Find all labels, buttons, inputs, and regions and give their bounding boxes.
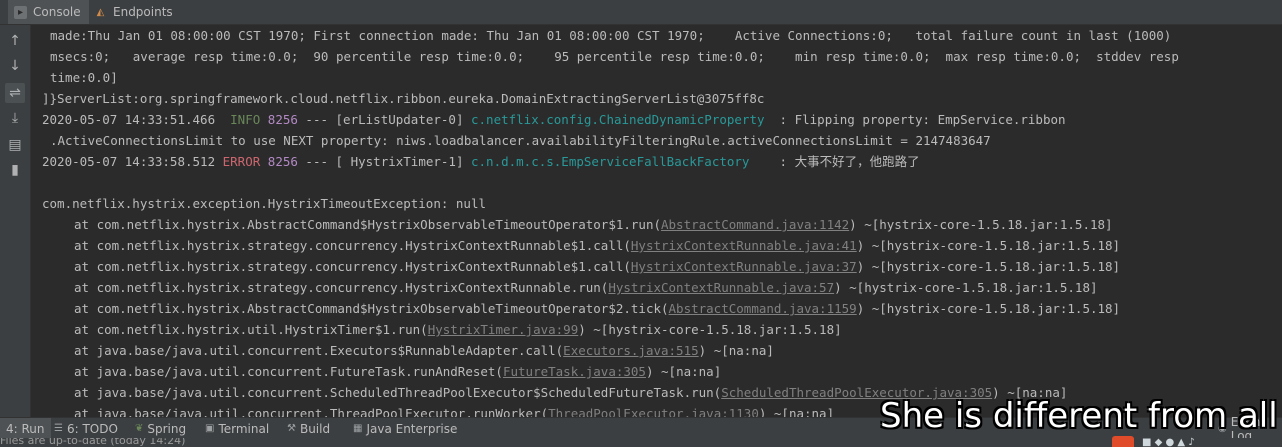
stack-frame-jar: ) ~[na:na] — [758, 406, 835, 417]
exception-line: com.netflix.hystrix.exception.HystrixTim… — [42, 196, 487, 211]
stack-frame-method: at java.base/java.util.concurrent.Thread… — [74, 406, 549, 417]
log-pid: 8256 — [267, 112, 298, 127]
log-message: : Flipping property: EmpService.ribbon — [764, 112, 1066, 127]
tab-build-label: Build — [299, 421, 331, 436]
ime-icon[interactable] — [1112, 436, 1134, 447]
log-logger: c.netflix.config.ChainedDynamicProperty — [471, 112, 765, 127]
tab-console[interactable]: ▸ Console — [8, 0, 89, 24]
status-bar: Files are up-to-date (today 14:24) — [0, 438, 1282, 447]
tab-todo-label: 6: TODO — [66, 421, 118, 436]
log-timestamp: 2020-05-07 14:33:51.466 — [42, 112, 216, 127]
log-line: made:Thu Jan 01 08:00:00 CST 1970; First… — [50, 28, 1172, 43]
source-link[interactable]: AbstractCommand.java:1142 — [661, 217, 849, 232]
stack-frame: at com.netflix.hystrix.AbstractCommand$H… — [74, 214, 1113, 235]
tab-java-enterprise[interactable]: ▦ Java Enterprise — [353, 418, 457, 439]
log-thread: --- [ HystrixTimer-1] — [297, 154, 471, 169]
log-line: .ActiveConnectionsLimit to use NEXT prop… — [50, 133, 991, 148]
tab-java-enterprise-label: Java Enterprise — [366, 421, 458, 436]
tab-endpoints-label: Endpoints — [113, 5, 173, 19]
stack-frame-method: at java.base/java.util.concurrent.Execut… — [74, 343, 564, 358]
source-link[interactable]: HystrixTimer.java:99 — [428, 322, 579, 337]
stack-frame-method: at java.base/java.util.concurrent.Future… — [74, 364, 503, 379]
stack-frame: at java.base/java.util.concurrent.Thread… — [74, 403, 834, 417]
log-level-info: INFO — [230, 112, 261, 127]
caption-overlay: She is different from all — [880, 396, 1278, 436]
log-timestamp: 2020-05-07 14:33:58.512 — [42, 154, 216, 169]
build-icon: ⚒ — [287, 423, 296, 434]
tab-run-label: 4: Run — [6, 421, 45, 436]
trash-icon[interactable]: ▮ — [5, 160, 25, 180]
stack-frame-jar: ) ~[na:na] — [645, 364, 722, 379]
stack-frame-jar: ) ~[hystrix-core-1.5.18.jar:1.5.18] — [856, 259, 1121, 274]
stack-frame: at com.netflix.hystrix.strategy.concurre… — [74, 235, 1120, 256]
stack-frame-jar: ) ~[hystrix-core-1.5.18.jar:1.5.18] — [856, 301, 1121, 316]
source-link[interactable]: HystrixContextRunnable.java:37 — [631, 259, 857, 274]
log-line: msecs:0; average resp time:0.0; 90 perce… — [50, 49, 1179, 64]
stack-frame-jar: ) ~[na:na] — [698, 343, 774, 358]
todo-icon: ☰ — [54, 423, 63, 434]
stack-frame-method: at java.base/java.util.concurrent.Schedu… — [74, 385, 722, 400]
tray-area: ■ ◆ ● ▲ ♪ — [1112, 436, 1282, 447]
arrow-up-icon[interactable]: ↑ — [5, 31, 25, 51]
stack-frame-method: at com.netflix.hystrix.strategy.concurre… — [74, 238, 631, 253]
stack-frame-method: at com.netflix.hystrix.strategy.concurre… — [74, 280, 609, 295]
tab-run[interactable]: 4: Run — [0, 418, 51, 439]
tool-window-header: ▸ Console ◭ Endpoints — [0, 0, 1282, 25]
stack-frame-method: at com.netflix.hystrix.AbstractCommand$H… — [74, 217, 661, 232]
soft-wrap-icon[interactable]: ⇌ — [5, 83, 25, 103]
stack-frame-jar: ) ~[hystrix-core-1.5.18.jar:1.5.18] — [849, 217, 1113, 232]
tab-spring-label: Spring — [147, 421, 187, 436]
endpoints-icon: ◭ — [96, 6, 105, 18]
tray-icons: ■ ◆ ● ▲ ♪ — [1142, 437, 1195, 447]
console-toolbar: ↑ ↓ ⇌ ⤓ ▤ ▮ — [0, 25, 31, 417]
stack-frame: at com.netflix.hystrix.AbstractCommand$H… — [74, 298, 1120, 319]
source-link[interactable]: HystrixContextRunnable.java:57 — [608, 280, 834, 295]
stack-frame-jar: ) ~[hystrix-core-1.5.18.jar:1.5.18] — [834, 280, 1098, 295]
tab-todo[interactable]: ☰ 6: TODO — [54, 418, 118, 439]
print-icon[interactable]: ▤ — [5, 135, 25, 155]
log-thread: --- [erListUpdater-0] — [297, 112, 471, 127]
tab-terminal[interactable]: ▣ Terminal — [205, 418, 269, 439]
stack-frame-method: at com.netflix.hystrix.strategy.concurre… — [74, 259, 631, 274]
java-enterprise-icon: ▦ — [353, 423, 363, 434]
tab-console-label: Console — [33, 5, 81, 19]
stack-frame: at com.netflix.hystrix.strategy.concurre… — [74, 256, 1120, 277]
tab-build[interactable]: ⚒ Build — [287, 418, 330, 439]
status-text: Files are up-to-date (today 14:24) — [0, 438, 186, 447]
source-link[interactable]: AbstractCommand.java:1159 — [669, 301, 857, 316]
stack-frame: at com.netflix.hystrix.util.HystrixTimer… — [74, 319, 842, 340]
log-line: time:0.0] — [50, 70, 118, 85]
source-link[interactable]: ThreadPoolExecutor.java:1130 — [548, 406, 759, 417]
scroll-to-end-icon[interactable]: ⤓ — [5, 108, 25, 128]
stack-frame: at com.netflix.hystrix.strategy.concurre… — [74, 277, 1098, 298]
spring-icon: ❦ — [135, 423, 144, 434]
log-level-error: ERROR — [222, 154, 261, 169]
tab-spring[interactable]: ❦ Spring — [135, 418, 186, 439]
console-output[interactable]: made:Thu Jan 01 08:00:00 CST 1970; First… — [31, 25, 1282, 417]
arrow-down-icon[interactable]: ↓ — [5, 56, 25, 76]
log-line-error: 2020-05-07 14:33:58.512 ERROR 8256 --- [… — [42, 151, 920, 172]
stack-frame-jar: ) ~[hystrix-core-1.5.18.jar:1.5.18] — [856, 238, 1121, 253]
stack-frame-jar: ) ~[hystrix-core-1.5.18.jar:1.5.18] — [578, 322, 842, 337]
console-icon: ▸ — [14, 5, 27, 19]
log-logger: c.n.d.m.c.s.EmpServiceFallBackFactory — [471, 154, 750, 169]
source-link[interactable]: HystrixContextRunnable.java:41 — [631, 238, 857, 253]
log-pid: 8256 — [267, 154, 298, 169]
log-line: ]}ServerList:org.springframework.cloud.n… — [42, 91, 765, 106]
terminal-icon: ▣ — [205, 423, 215, 434]
log-line-info: 2020-05-07 14:33:51.466 INFO 8256 --- [e… — [42, 109, 1066, 130]
stack-frame-method: at com.netflix.hystrix.util.HystrixTimer… — [74, 322, 428, 337]
log-message: : 大事不好了，他跑路了 — [749, 154, 920, 169]
stack-frame-method: at com.netflix.hystrix.AbstractCommand$H… — [74, 301, 669, 316]
tab-endpoints[interactable]: ◭ Endpoints — [94, 0, 173, 24]
stack-frame: at java.base/java.util.concurrent.Future… — [74, 361, 721, 382]
source-link[interactable]: Executors.java:515 — [563, 343, 698, 358]
source-link[interactable]: FutureTask.java:305 — [503, 364, 646, 379]
tab-terminal-label: Terminal — [218, 421, 270, 436]
stack-frame: at java.base/java.util.concurrent.Execut… — [74, 340, 774, 361]
